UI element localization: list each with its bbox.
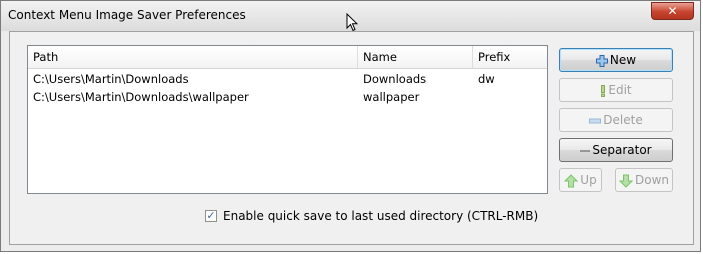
close-button[interactable]: ✕ [651,2,694,20]
arrow-down-icon [618,174,633,188]
row-path: C:\Users\Martin\Downloads\wallpaper [33,90,249,104]
row-path: C:\Users\Martin\Downloads [33,72,189,86]
quick-save-label: Enable quick save to last used directory… [223,209,539,223]
quick-save-checkbox[interactable]: ✓ [205,209,217,222]
exclamation-icon [601,84,606,97]
list-row[interactable]: C:\Users\Martin\Downloads\wallpaper wall… [28,88,547,106]
separator-button[interactable]: Separator [559,138,673,162]
arrow-up-icon [564,173,579,187]
new-button-label: New [609,53,637,67]
dialog-body: Path Name Prefix C:\Users\Martin\Downloa… [9,31,694,245]
down-button[interactable]: Down [615,168,673,192]
row-name: wallpaper [363,90,420,104]
row-name: Downloads [363,72,427,86]
plus-icon [595,54,608,67]
down-button-label: Down [634,173,669,187]
window-title: Context Menu Image Saver Preferences [8,8,246,22]
separator-line-icon [580,150,591,151]
minus-icon [589,118,602,123]
preferences-window: Context Menu Image Saver Preferences ✕ P… [0,0,701,252]
edit-button[interactable]: Edit [559,78,673,102]
column-header-prefix[interactable]: Prefix [473,46,548,68]
list-row[interactable]: C:\Users\Martin\Downloads Downloads dw [28,70,547,88]
directory-list[interactable]: Path Name Prefix C:\Users\Martin\Downloa… [27,45,548,194]
mouse-cursor-icon [346,13,358,32]
new-button[interactable]: New [559,48,673,72]
quick-save-option[interactable]: ✓ Enable quick save to last used director… [205,208,538,224]
column-header-name[interactable]: Name [358,46,473,68]
edit-button-label: Edit [608,83,632,97]
row-prefix: dw [478,72,495,86]
column-header-path[interactable]: Path [28,46,358,68]
separator-button-label: Separator [592,143,652,157]
delete-button[interactable]: Delete [559,108,673,132]
up-button[interactable]: Up [559,168,602,192]
up-button-label: Up [580,173,597,187]
list-header: Path Name Prefix [28,46,547,69]
delete-button-label: Delete [603,113,643,127]
